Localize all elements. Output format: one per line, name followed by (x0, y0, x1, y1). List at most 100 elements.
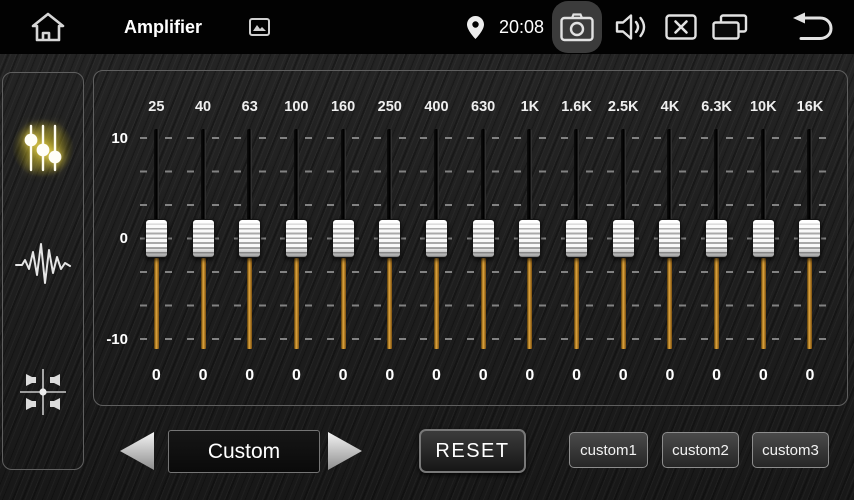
eq-slider-knob[interactable] (332, 219, 355, 258)
custom2-button[interactable]: custom2 (662, 432, 739, 468)
location-icon (465, 0, 485, 54)
eq-band-2.5k: 2.5K 0 (600, 71, 647, 405)
band-value: 0 (787, 367, 834, 385)
sidebar-item-sound-effects[interactable] (15, 240, 71, 286)
clock: 20:08 (499, 0, 544, 54)
camera-icon (560, 13, 594, 42)
band-value: 0 (273, 367, 320, 385)
freq-label: 16K (787, 99, 834, 115)
track-lower-fill (481, 258, 486, 349)
track-lower-fill (341, 258, 346, 349)
custom3-label: custom3 (762, 442, 819, 459)
close-icon (665, 14, 697, 40)
track-lower-fill (761, 258, 766, 349)
track-lower-fill (621, 258, 626, 349)
eq-band-100: 100 0 (273, 71, 320, 405)
freq-label: 630 (460, 99, 507, 115)
freq-label: 1.6K (553, 99, 600, 115)
freq-label: 2.5K (600, 99, 647, 115)
eq-slider-knob[interactable] (752, 219, 775, 258)
right-arrow-icon (328, 432, 362, 470)
sidebar-item-balance-fader[interactable] (17, 366, 69, 418)
scale-label-min: -10 (94, 332, 128, 347)
band-value: 0 (320, 367, 367, 385)
sidebar-item-equalizer[interactable] (20, 123, 66, 173)
eq-band-4k: 4K 0 (647, 71, 694, 405)
reset-button-label: RESET (435, 440, 509, 463)
recent-apps-icon (712, 14, 748, 41)
eq-slider-knob[interactable] (612, 219, 635, 258)
preset-prev-button[interactable] (120, 432, 154, 470)
eq-slider-knob[interactable] (798, 219, 821, 258)
top-status-bar: Amplifier 20:08 (0, 0, 854, 54)
reset-button[interactable]: RESET (419, 429, 526, 473)
gallery-icon (248, 0, 270, 54)
eq-band-630: 630 0 (460, 71, 507, 405)
freq-label: 63 (226, 99, 273, 115)
freq-label: 400 (413, 99, 460, 115)
custom1-button[interactable]: custom1 (569, 432, 648, 468)
eq-slider-knob[interactable] (658, 219, 681, 258)
recent-apps-button[interactable] (710, 0, 750, 54)
eq-slider-knob[interactable] (192, 219, 215, 258)
eq-slider-knob[interactable] (565, 219, 588, 258)
screenshot-button[interactable] (552, 1, 602, 53)
custom2-label: custom2 (672, 442, 729, 459)
freq-label: 250 (366, 99, 413, 115)
sidebar (2, 72, 84, 470)
scale-label-max: 10 (94, 131, 128, 146)
eq-band-63: 63 0 (226, 71, 273, 405)
eq-band-16k: 16K 0 (787, 71, 834, 405)
freq-label: 4K (647, 99, 694, 115)
eq-slider-knob[interactable] (425, 219, 448, 258)
left-arrow-icon (120, 432, 154, 470)
eq-slider-knob[interactable] (472, 219, 495, 258)
track-lower-fill (667, 258, 672, 349)
home-button[interactable] (28, 0, 68, 54)
equalizer-panel: 10 0 -10 25 0 40 0 63 0 100 (93, 70, 848, 406)
preset-selector[interactable]: Custom (168, 430, 320, 473)
band-value: 0 (740, 367, 787, 385)
eq-band-1k: 1K 0 (507, 71, 554, 405)
volume-button[interactable] (610, 0, 654, 54)
eq-band-40: 40 0 (180, 71, 227, 405)
custom3-button[interactable]: custom3 (752, 432, 829, 468)
preset-next-button[interactable] (328, 432, 362, 470)
eq-slider-knob[interactable] (378, 219, 401, 258)
track-lower-fill (527, 258, 532, 349)
band-value: 0 (693, 367, 740, 385)
band-value: 0 (180, 367, 227, 385)
eq-slider-knob[interactable] (705, 219, 728, 258)
waveform-icon (15, 240, 71, 286)
track-lower-fill (154, 258, 159, 349)
back-button[interactable] (784, 0, 836, 54)
eq-slider-knob[interactable] (145, 219, 168, 258)
page-title: Amplifier (124, 0, 202, 54)
volume-icon (614, 12, 650, 42)
home-icon (30, 11, 66, 43)
balance-fader-icon (17, 366, 69, 418)
eq-band-10k: 10K 0 (740, 71, 787, 405)
freq-label: 160 (320, 99, 367, 115)
eq-band-160: 160 0 (320, 71, 367, 405)
close-app-button[interactable] (663, 0, 699, 54)
band-value: 0 (366, 367, 413, 385)
eq-bands: 25 0 40 0 63 0 100 (133, 71, 834, 405)
scale-label-mid: 0 (94, 231, 128, 246)
eq-band-25: 25 0 (133, 71, 180, 405)
eq-slider-knob[interactable] (518, 219, 541, 258)
band-value: 0 (647, 367, 694, 385)
eq-band-250: 250 0 (366, 71, 413, 405)
eq-band-1.6k: 1.6K 0 (553, 71, 600, 405)
track-lower-fill (247, 258, 252, 349)
custom1-label: custom1 (580, 442, 637, 459)
eq-slider-knob[interactable] (238, 219, 261, 258)
eq-slider-knob[interactable] (285, 219, 308, 258)
eq-band-6.3k: 6.3K 0 (693, 71, 740, 405)
band-value: 0 (133, 367, 180, 385)
track-lower-fill (434, 258, 439, 349)
track-lower-fill (294, 258, 299, 349)
freq-label: 1K (507, 99, 554, 115)
freq-label: 6.3K (693, 99, 740, 115)
freq-label: 40 (180, 99, 227, 115)
